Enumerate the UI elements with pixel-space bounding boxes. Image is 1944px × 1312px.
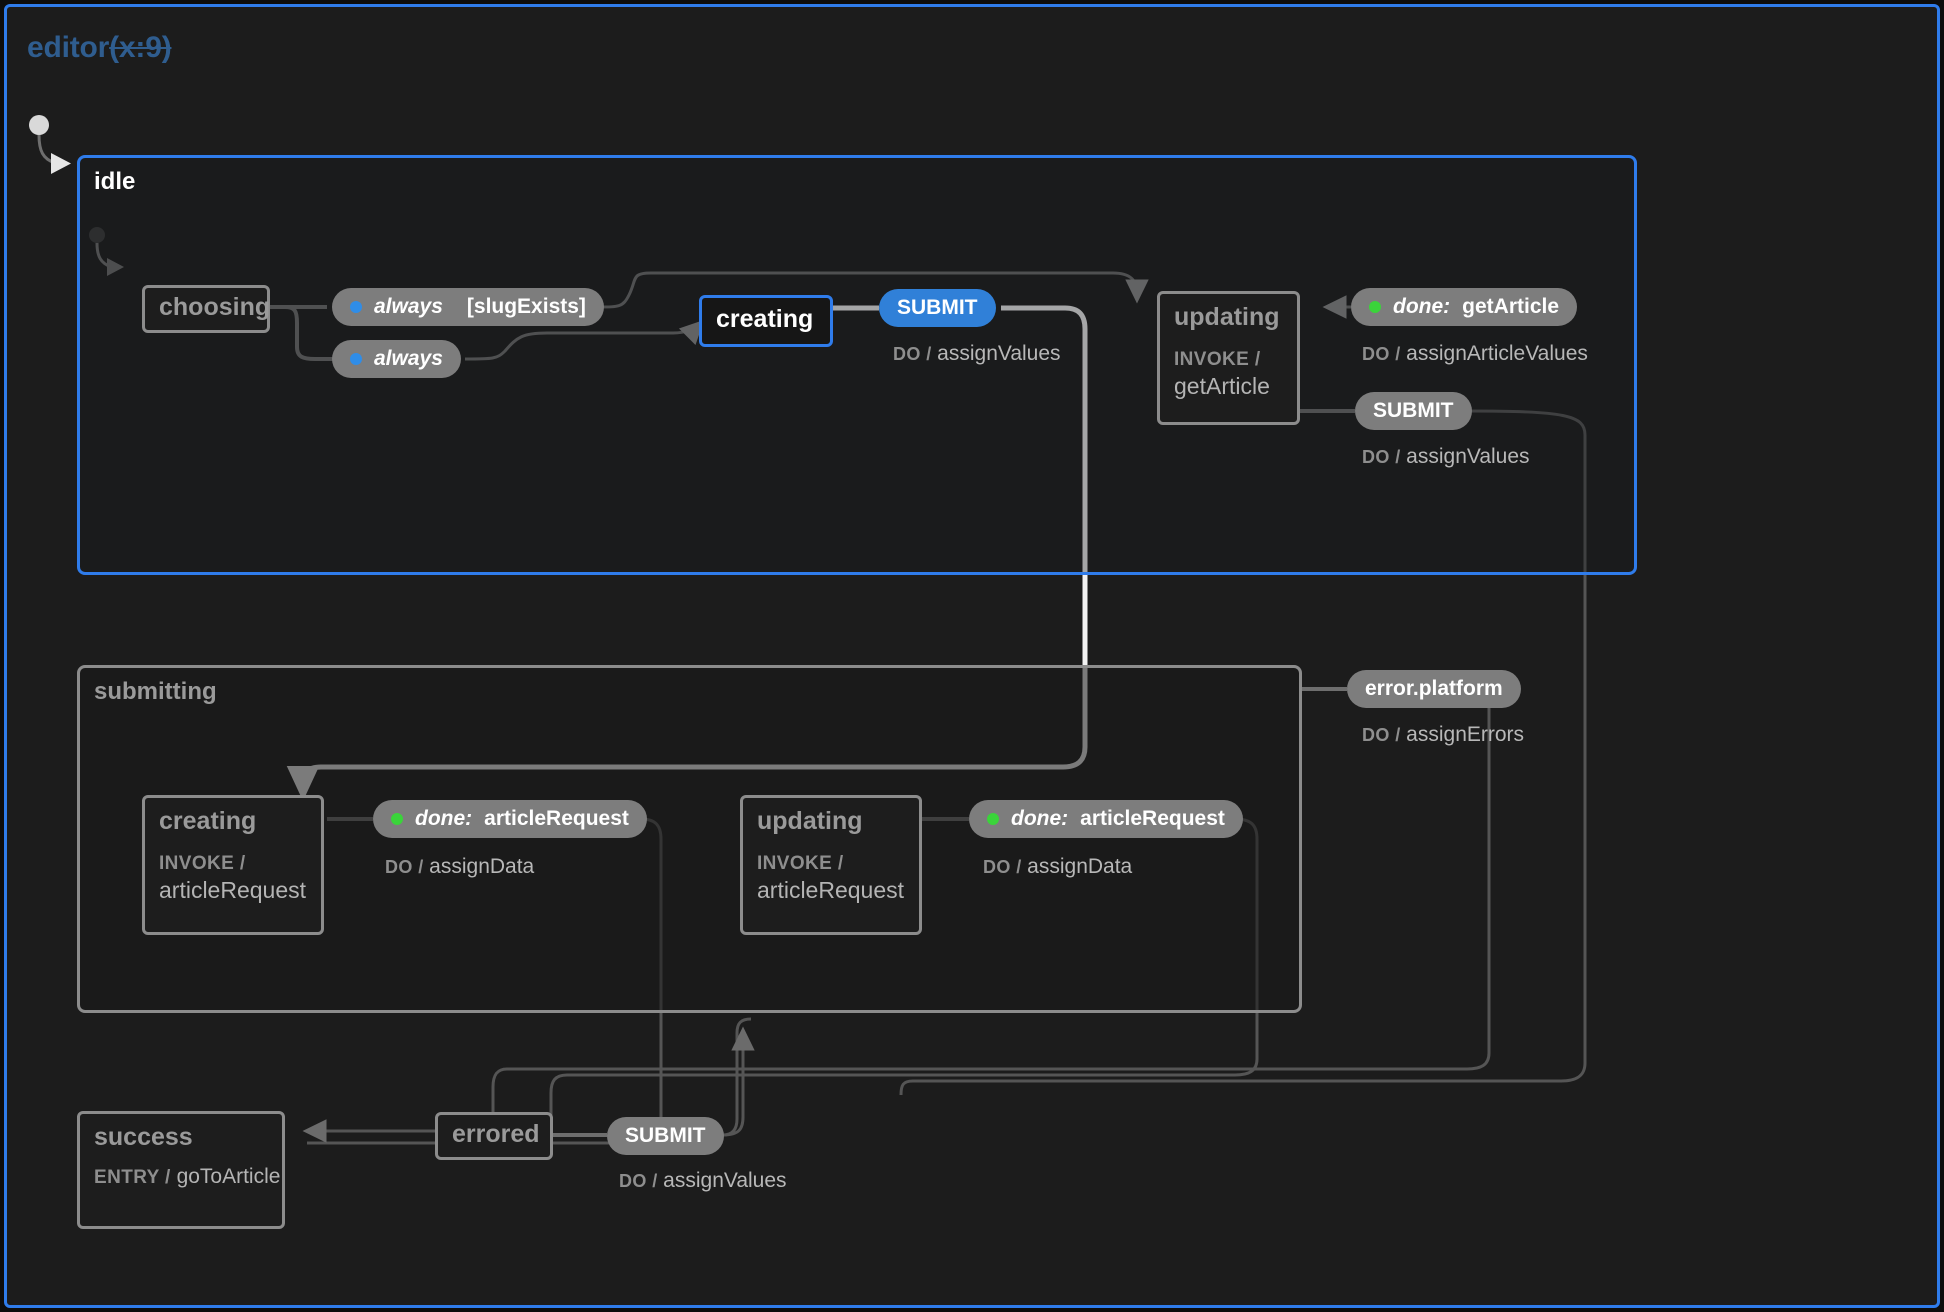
transition-idle-updating-submit[interactable]: SUBMIT [1355, 392, 1472, 430]
machine-name: editor [27, 31, 110, 64]
initial-marker-root [29, 115, 49, 135]
transition-dot-icon [350, 301, 362, 313]
state-success[interactable]: success ENTRY / goToArticle [77, 1111, 285, 1229]
transition-dot-icon [350, 353, 362, 365]
transition-submitting-creating-done[interactable]: done: articleRequest [373, 800, 647, 838]
transition-event-prefix: done: [415, 807, 473, 830]
state-idle-choosing[interactable]: choosing [142, 285, 270, 333]
transition-error-platform[interactable]: error.platform [1347, 670, 1521, 708]
state-idle-creating-label: creating [716, 305, 814, 333]
entry-action: goToArticle [176, 1165, 281, 1189]
state-success-entry: ENTRY / goToArticle [94, 1164, 280, 1190]
transition-event-label: always [374, 295, 443, 318]
state-submitting-updating-label: updating [757, 807, 863, 835]
transition-dot-icon [1369, 301, 1381, 313]
action-keyword: DO / [619, 1171, 658, 1191]
action-value: assignValues [937, 342, 1061, 365]
machine-canvas[interactable]: editor(x:9) idle choosing always [slugEx… [4, 4, 1940, 1308]
transition-submitting-updating-done[interactable]: done: articleRequest [969, 800, 1243, 838]
transition-action-assigndata-updating: DO / assignData [983, 855, 1132, 879]
transition-always-default[interactable]: always [332, 340, 461, 378]
transition-dot-icon [391, 813, 403, 825]
transition-guard-label: [slugExists] [466, 295, 586, 318]
state-success-label: success [94, 1123, 193, 1151]
action-value: assignValues [663, 1169, 787, 1192]
action-value: assignArticleValues [1406, 342, 1588, 365]
action-keyword: DO / [1362, 447, 1401, 467]
transition-event-prefix: done: [1011, 807, 1069, 830]
transition-event-label: SUBMIT [1373, 399, 1454, 422]
state-idle-updating-label: updating [1174, 303, 1280, 331]
action-keyword: DO / [1362, 725, 1401, 745]
machine-context-badge: (x:9) [109, 31, 172, 64]
transition-action-assignvalues: DO / assignValues [893, 342, 1061, 366]
transition-event-label: articleRequest [1080, 807, 1225, 830]
transition-action-assigndata-creating: DO / assignData [385, 855, 534, 879]
action-value: assignData [429, 855, 535, 878]
transition-event-prefix: done: [1393, 295, 1451, 318]
state-submitting-label: submitting [94, 678, 217, 705]
transition-event-label: SUBMIT [897, 296, 978, 319]
state-submitting-creating[interactable]: creating INVOKE / articleRequest [142, 795, 324, 935]
action-keyword: DO / [983, 857, 1022, 877]
transition-dot-icon [987, 813, 999, 825]
invoke-keyword: INVOKE / [159, 853, 246, 875]
state-idle-choosing-label: choosing [159, 293, 271, 321]
transition-event-label: articleRequest [484, 807, 629, 830]
invoke-keyword: INVOKE / [1174, 349, 1261, 371]
transition-action-assignvalues-errored: DO / assignValues [619, 1169, 787, 1193]
transition-event-label: always [374, 347, 443, 370]
state-submitting-updating[interactable]: updating INVOKE / articleRequest [740, 795, 922, 935]
transition-idle-creating-submit[interactable]: SUBMIT [879, 289, 996, 327]
state-idle-label: idle [94, 168, 136, 195]
transition-always-slugexists[interactable]: always [slugExists] [332, 288, 604, 326]
transition-action-assignerrors: DO / assignErrors [1362, 723, 1524, 747]
action-keyword: DO / [385, 857, 424, 877]
state-idle-updating-invoke: INVOKE / getArticle [1174, 346, 1283, 400]
transition-errored-submit[interactable]: SUBMIT [607, 1117, 724, 1155]
state-idle-creating[interactable]: creating [699, 295, 833, 347]
transition-done-getarticle[interactable]: done: getArticle [1351, 288, 1578, 326]
action-value: assignData [1027, 855, 1133, 878]
state-errored-label: errored [452, 1120, 540, 1148]
transition-action-assignvalues-updating: DO / assignValues [1362, 445, 1530, 469]
action-keyword: DO / [1362, 344, 1401, 364]
action-value: assignValues [1406, 445, 1530, 468]
invoke-src: articleRequest [757, 876, 905, 903]
invoke-keyword: INVOKE / [757, 853, 844, 875]
transition-event-label: error.platform [1365, 677, 1503, 700]
transition-event-label: getArticle [1462, 295, 1560, 318]
machine-title: editor(x:9) [27, 31, 172, 65]
transition-action-assignarticlevalues: DO / assignArticleValues [1362, 342, 1588, 366]
state-errored[interactable]: errored [435, 1112, 553, 1160]
entry-keyword: ENTRY / [94, 1167, 171, 1189]
state-submitting-creating-invoke: INVOKE / articleRequest [159, 850, 307, 904]
transition-event-label: SUBMIT [625, 1124, 706, 1147]
state-submitting-updating-invoke: INVOKE / articleRequest [757, 850, 905, 904]
state-submitting-creating-label: creating [159, 807, 257, 835]
invoke-src: articleRequest [159, 876, 307, 903]
action-keyword: DO / [893, 344, 932, 364]
state-idle-updating[interactable]: updating INVOKE / getArticle [1157, 291, 1300, 425]
action-value: assignErrors [1406, 723, 1525, 746]
invoke-src: getArticle [1174, 372, 1270, 399]
